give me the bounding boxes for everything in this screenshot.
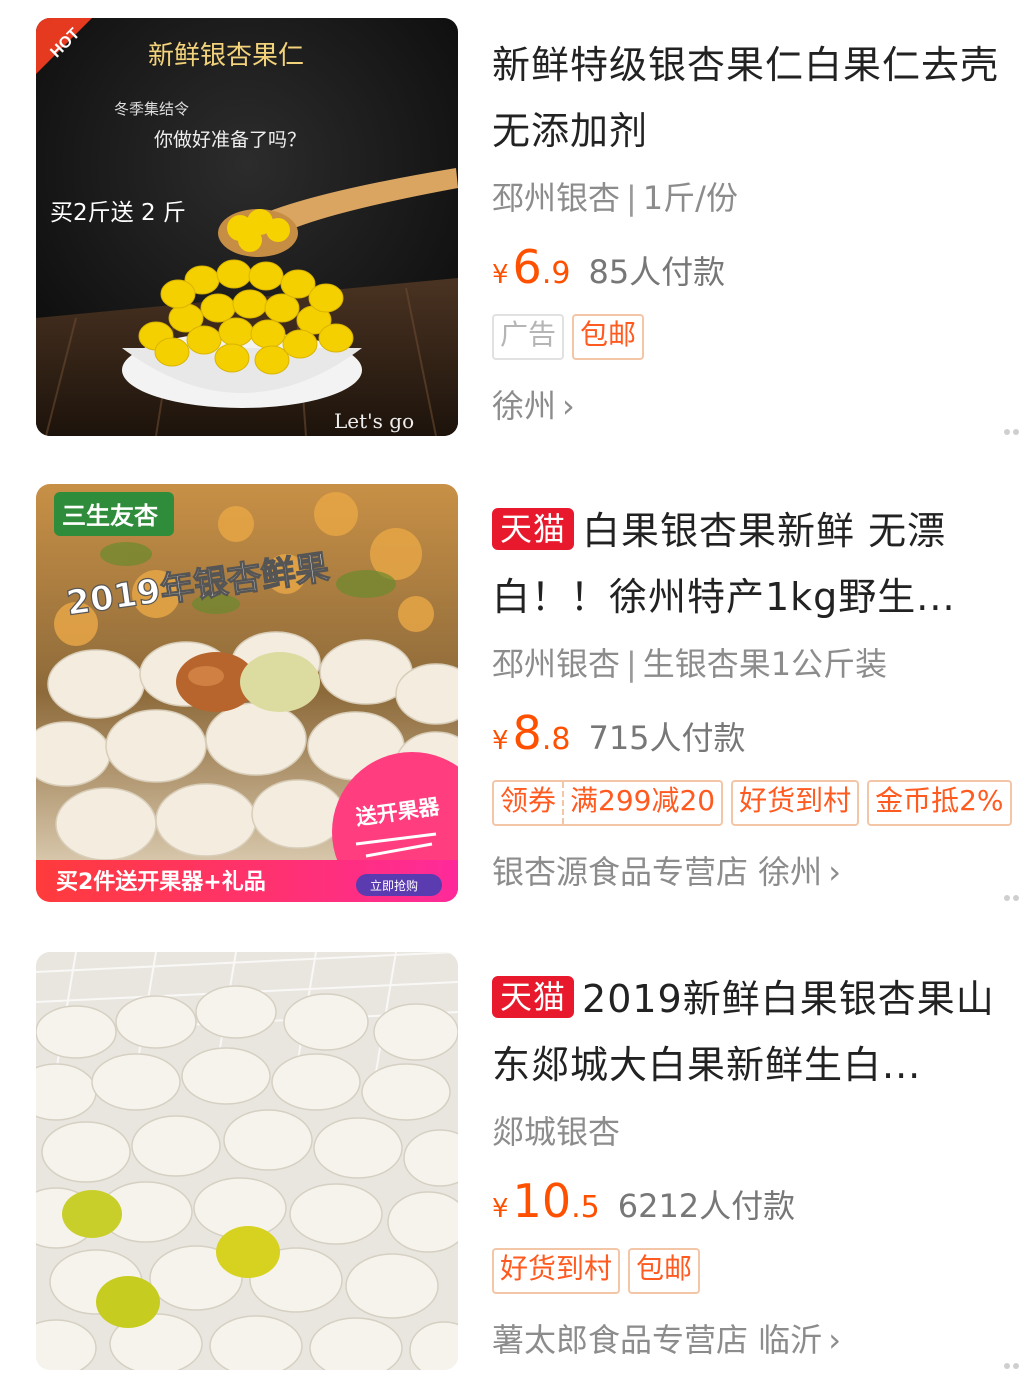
shop-location[interactable]: 银杏源食品专营店 徐州 › (492, 848, 1022, 896)
currency-symbol: ¥ (492, 1194, 509, 1224)
product-card[interactable]: 三生友杏 2019年银杏鲜果 送开果器 买2件送开果器+礼品 立即抢购 天猫 白… (0, 484, 1032, 924)
ad-tag: 广告 (492, 314, 565, 360)
coupon-label: 领券 (500, 784, 557, 817)
product-info: 新鲜特级银杏果仁白果仁去壳无添加剂 邳州银杏 | 1斤/份 ¥ 6 .9 85人付款… (492, 32, 1022, 430)
product-title[interactable]: 天猫 白果银杏果新鲜 无漂白！！徐州特产1kg野生... (492, 498, 1022, 630)
chevron-right-icon: › (562, 387, 575, 425)
origin-label: 郯城银杏 (492, 1113, 621, 1151)
shop-location[interactable]: 薯太郎食品专营店 临沂 › (492, 1316, 1022, 1364)
more-options-icon[interactable] (1004, 886, 1026, 901)
product-subtitle: 邳州银杏 | 生银杏果1公斤装 (492, 640, 1022, 688)
good-to-village-tag: 好货到村 (731, 780, 860, 826)
image-line1: 冬季集结令 (114, 100, 189, 118)
product-image-graphic (36, 952, 458, 1370)
coin-discount-tag: 金币抵2% (867, 780, 1012, 826)
free-shipping-tag: 包邮 (628, 1248, 701, 1294)
free-shipping-tag: 包邮 (572, 314, 645, 360)
tmall-badge: 天猫 (492, 976, 575, 1018)
buyer-count: 715人付款 (588, 719, 746, 757)
shop-location-text: 银杏源食品专营店 徐州 (492, 853, 823, 891)
buy-now-label: 立即抢购 (370, 878, 418, 893)
product-image[interactable]: HOT 新鲜银杏果仁 冬季集结令 你做好准备了吗？ 买2斤送 2 斤 Let's… (36, 18, 458, 436)
tag-row: 好货到村 包邮 (492, 1248, 1022, 1294)
brand-logo: 三生友杏 (62, 502, 158, 530)
price-decimal: .5 (571, 1190, 600, 1225)
origin-label: 邳州银杏 (492, 179, 621, 217)
shop-location-text: 薯太郎食品专营店 临沂 (492, 1321, 823, 1359)
product-info: 天猫 2019新鲜白果银杏果山东郯城大白果新鲜生白... 郯城银杏 ¥ 10 .5… (492, 966, 1022, 1364)
product-card[interactable]: 天猫 2019新鲜白果银杏果山东郯城大白果新鲜生白... 郯城银杏 ¥ 10 .5… (0, 952, 1032, 1392)
product-image-graphic: HOT 新鲜银杏果仁 冬季集结令 你做好准备了吗？ 买2斤送 2 斤 Let's… (36, 18, 458, 436)
product-info: 天猫 白果银杏果新鲜 无漂白！！徐州特产1kg野生... 邳州银杏 | 生银杏果1公斤… (492, 498, 1022, 896)
shop-location-text: 徐州 (492, 387, 557, 425)
product-subtitle: 郯城银杏 (492, 1108, 1022, 1156)
separator: | (626, 179, 637, 217)
currency-symbol: ¥ (492, 260, 509, 290)
tmall-badge: 天猫 (492, 508, 575, 550)
buyer-count: 6212人付款 (617, 1187, 796, 1225)
product-title-text: 新鲜特级银杏果仁白果仁去壳无添加剂 (492, 43, 1000, 153)
product-list: HOT 新鲜银杏果仁 冬季集结令 你做好准备了吗？ 买2斤送 2 斤 Let's… (0, 0, 1032, 1394)
chevron-right-icon: › (828, 853, 841, 891)
product-image[interactable] (36, 952, 458, 1370)
tag-row: 广告 包邮 (492, 314, 1022, 360)
buyer-count: 85人付款 (588, 253, 726, 291)
image-headline: 新鲜银杏果仁 (148, 41, 304, 71)
image-banner: 买2件送开果器+礼品 (56, 869, 266, 895)
separator: | (626, 645, 637, 683)
image-footer: Let's go (334, 409, 414, 433)
more-options-icon[interactable] (1004, 1354, 1026, 1369)
price-integer: 8 (512, 706, 542, 760)
more-options-icon[interactable] (1004, 420, 1026, 435)
product-card[interactable]: HOT 新鲜银杏果仁 冬季集结令 你做好准备了吗？ 买2斤送 2 斤 Let's… (0, 18, 1032, 458)
price-decimal: .8 (541, 722, 571, 757)
product-title[interactable]: 天猫 2019新鲜白果银杏果山东郯城大白果新鲜生白... (492, 966, 1022, 1098)
product-title[interactable]: 新鲜特级银杏果仁白果仁去壳无添加剂 (492, 32, 1022, 164)
spec-label: 生银杏果1公斤装 (642, 645, 888, 683)
tag-row: 领券 满299减20 好货到村 金币抵2% (492, 780, 1022, 826)
shop-location[interactable]: 徐州 › (492, 382, 1022, 430)
product-image-graphic: 三生友杏 2019年银杏鲜果 送开果器 买2件送开果器+礼品 立即抢购 (36, 484, 458, 902)
price-row: ¥ 8 .8 715人付款 (492, 706, 1022, 766)
product-image[interactable]: 三生友杏 2019年银杏鲜果 送开果器 买2件送开果器+礼品 立即抢购 (36, 484, 458, 902)
origin-label: 邳州银杏 (492, 645, 621, 683)
image-line2: 你做好准备了吗？ (154, 129, 306, 151)
price-row: ¥ 6 .9 85人付款 (492, 240, 1022, 300)
good-to-village-tag: 好货到村 (492, 1248, 621, 1294)
price-row: ¥ 10 .5 6212人付款 (492, 1174, 1022, 1234)
currency-symbol: ¥ (492, 726, 509, 756)
coupon-value: 满299减20 (562, 782, 721, 824)
image-promo: 买2斤送 2 斤 (50, 200, 186, 226)
price-integer: 10 (512, 1174, 572, 1228)
coupon-tag[interactable]: 领券 满299减20 (492, 780, 724, 826)
price-integer: 6 (512, 240, 542, 294)
chevron-right-icon: › (828, 1321, 841, 1359)
price-decimal: .9 (541, 256, 571, 291)
product-subtitle: 邳州银杏 | 1斤/份 (492, 174, 1022, 222)
spec-label: 1斤/份 (642, 179, 738, 217)
